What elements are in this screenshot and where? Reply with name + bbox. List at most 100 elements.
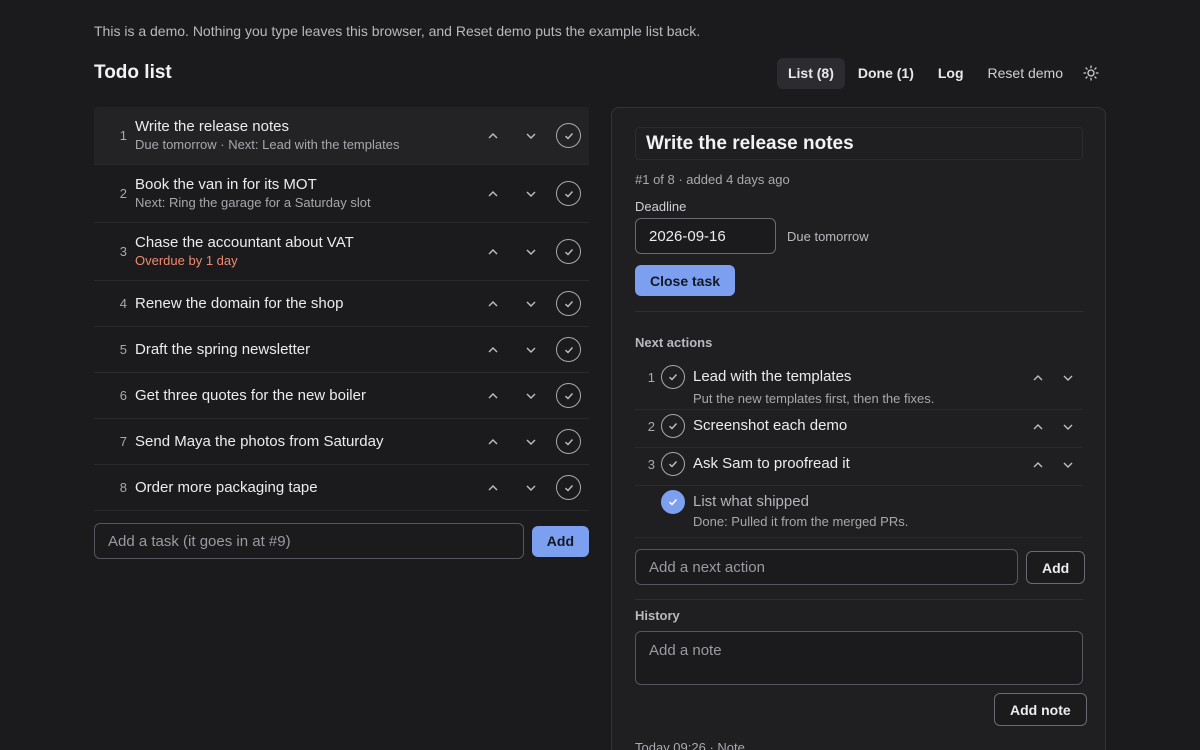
next-action-row[interactable]: 1 Lead with the templates Put the new te… [635,361,1083,410]
overdue-label: Overdue by 1 day [135,253,238,268]
move-up-button[interactable] [474,428,512,456]
task-title: Draft the spring newsletter [135,340,311,358]
move-up-button[interactable] [474,122,512,150]
page-title: Todo list [94,62,172,83]
add-next-action-form: Add [635,549,1086,585]
move-down-button[interactable] [512,180,550,208]
check-icon [564,132,573,139]
move-up-button[interactable] [1023,414,1053,440]
move-up-button[interactable] [474,474,512,502]
check-icon [668,498,678,506]
task-number: 8 [119,480,127,495]
task-title: Get three quotes for the new boiler [135,386,366,404]
task-row[interactable]: 6 Get three quotes for the new boiler [94,373,589,419]
next-action-row[interactable]: 3 Ask Sam to proofread it [635,448,1083,486]
complete-task-button[interactable] [556,123,581,148]
chevron-up-icon [488,248,498,254]
check-icon [564,346,573,353]
complete-task-button[interactable] [556,181,581,206]
check-icon [564,300,573,307]
check-icon [564,190,573,197]
chevron-down-icon [1063,424,1073,430]
move-down-button[interactable] [512,474,550,502]
task-row[interactable]: 1 Write the release notes Due tomorrow ·… [94,107,589,165]
move-up-button[interactable] [1023,452,1053,478]
deadline-label: Deadline [635,199,687,214]
move-down-button[interactable] [512,238,550,266]
chevron-up-icon [1033,462,1043,468]
complete-task-button[interactable] [556,337,581,362]
add-task-input[interactable] [94,523,524,559]
move-down-button[interactable] [512,122,550,150]
done-next-action-row[interactable]: List what shipped Done: Pulled it from t… [635,486,1083,538]
chevron-down-icon [526,347,536,353]
move-up-button[interactable] [474,290,512,318]
task-subtitle: Due tomorrow · Next: Lead with the templ… [135,137,400,152]
task-list: 1 Write the release notes Due tomorrow ·… [94,107,589,511]
next-action-row[interactable]: 2 Screenshot each demo [635,410,1083,448]
uncomplete-next-action-button[interactable] [661,490,685,514]
note-input[interactable] [635,631,1083,685]
task-row[interactable]: 5 Draft the spring newsletter [94,327,589,373]
task-row[interactable]: 4 Renew the domain for the shop [94,281,589,327]
close-task-button[interactable]: Close task [635,265,736,296]
chevron-down-icon [526,393,536,399]
complete-task-button[interactable] [556,291,581,316]
task-row[interactable]: 3 Chase the accountant about VAT Overdue… [94,223,589,281]
history-entry: Today 09:26 · Note [635,740,745,750]
move-down-button[interactable] [1053,414,1083,440]
nav-log-button[interactable]: Log [927,58,975,89]
add-next-action-input[interactable] [635,549,1018,585]
deadline-input[interactable]: 2026-09-16 [635,218,776,254]
move-up-button[interactable] [474,336,512,364]
task-row[interactable]: 8 Order more packaging tape [94,465,589,511]
chevron-up-icon [488,346,498,352]
task-number: 2 [119,186,127,201]
move-down-button[interactable] [512,290,550,318]
next-action-number: 1 [647,370,655,385]
task-row[interactable]: 7 Send Maya the photos from Saturday [94,419,589,465]
nav-list-button[interactable]: List (8) [776,57,845,89]
move-up-button[interactable] [474,238,512,266]
add-next-action-button[interactable]: Add [1026,551,1086,584]
chevron-down-icon [1063,375,1073,381]
complete-task-button[interactable] [556,239,581,264]
move-down-button[interactable] [1053,365,1083,391]
check-icon [564,484,573,491]
complete-next-action-button[interactable] [661,414,685,438]
theme-toggle-button[interactable] [1076,58,1106,89]
chevron-up-icon [1033,375,1043,381]
detail-title-field[interactable]: Write the release notes [635,127,1083,160]
add-task-form: Add [94,523,589,559]
complete-next-action-button[interactable] [661,365,685,389]
move-up-button[interactable] [474,382,512,410]
add-note-button[interactable]: Add note [994,693,1087,726]
check-icon [669,423,678,430]
check-icon [564,392,573,399]
move-down-button[interactable] [1053,452,1083,478]
chevron-down-icon [526,301,536,307]
task-number: 3 [119,244,127,259]
nav-done-button[interactable]: Done (1) [847,58,925,89]
task-row[interactable]: 2 Book the van in for its MOT Next: Ring… [94,165,589,223]
next-action-title: List what shipped [693,493,809,510]
move-up-button[interactable] [1023,365,1053,391]
divider [635,599,1083,600]
chevron-down-icon [526,191,536,197]
next-actions-list: 1 Lead with the templates Put the new te… [635,361,1083,538]
complete-task-button[interactable] [556,429,581,454]
move-down-button[interactable] [512,382,550,410]
detail-meta: #1 of 8 · added 4 days ago [635,172,790,187]
move-down-button[interactable] [512,428,550,456]
complete-next-action-button[interactable] [661,452,685,476]
task-number: 5 [119,342,127,357]
complete-task-button[interactable] [556,475,581,500]
move-up-button[interactable] [474,180,512,208]
move-down-button[interactable] [512,336,550,364]
sun-icon [1083,65,1099,81]
reset-demo-button[interactable]: Reset demo [977,58,1074,89]
task-title: Send Maya the photos from Saturday [135,432,384,450]
add-task-button[interactable]: Add [531,525,589,557]
complete-task-button[interactable] [556,383,581,408]
chevron-down-icon [526,439,536,445]
